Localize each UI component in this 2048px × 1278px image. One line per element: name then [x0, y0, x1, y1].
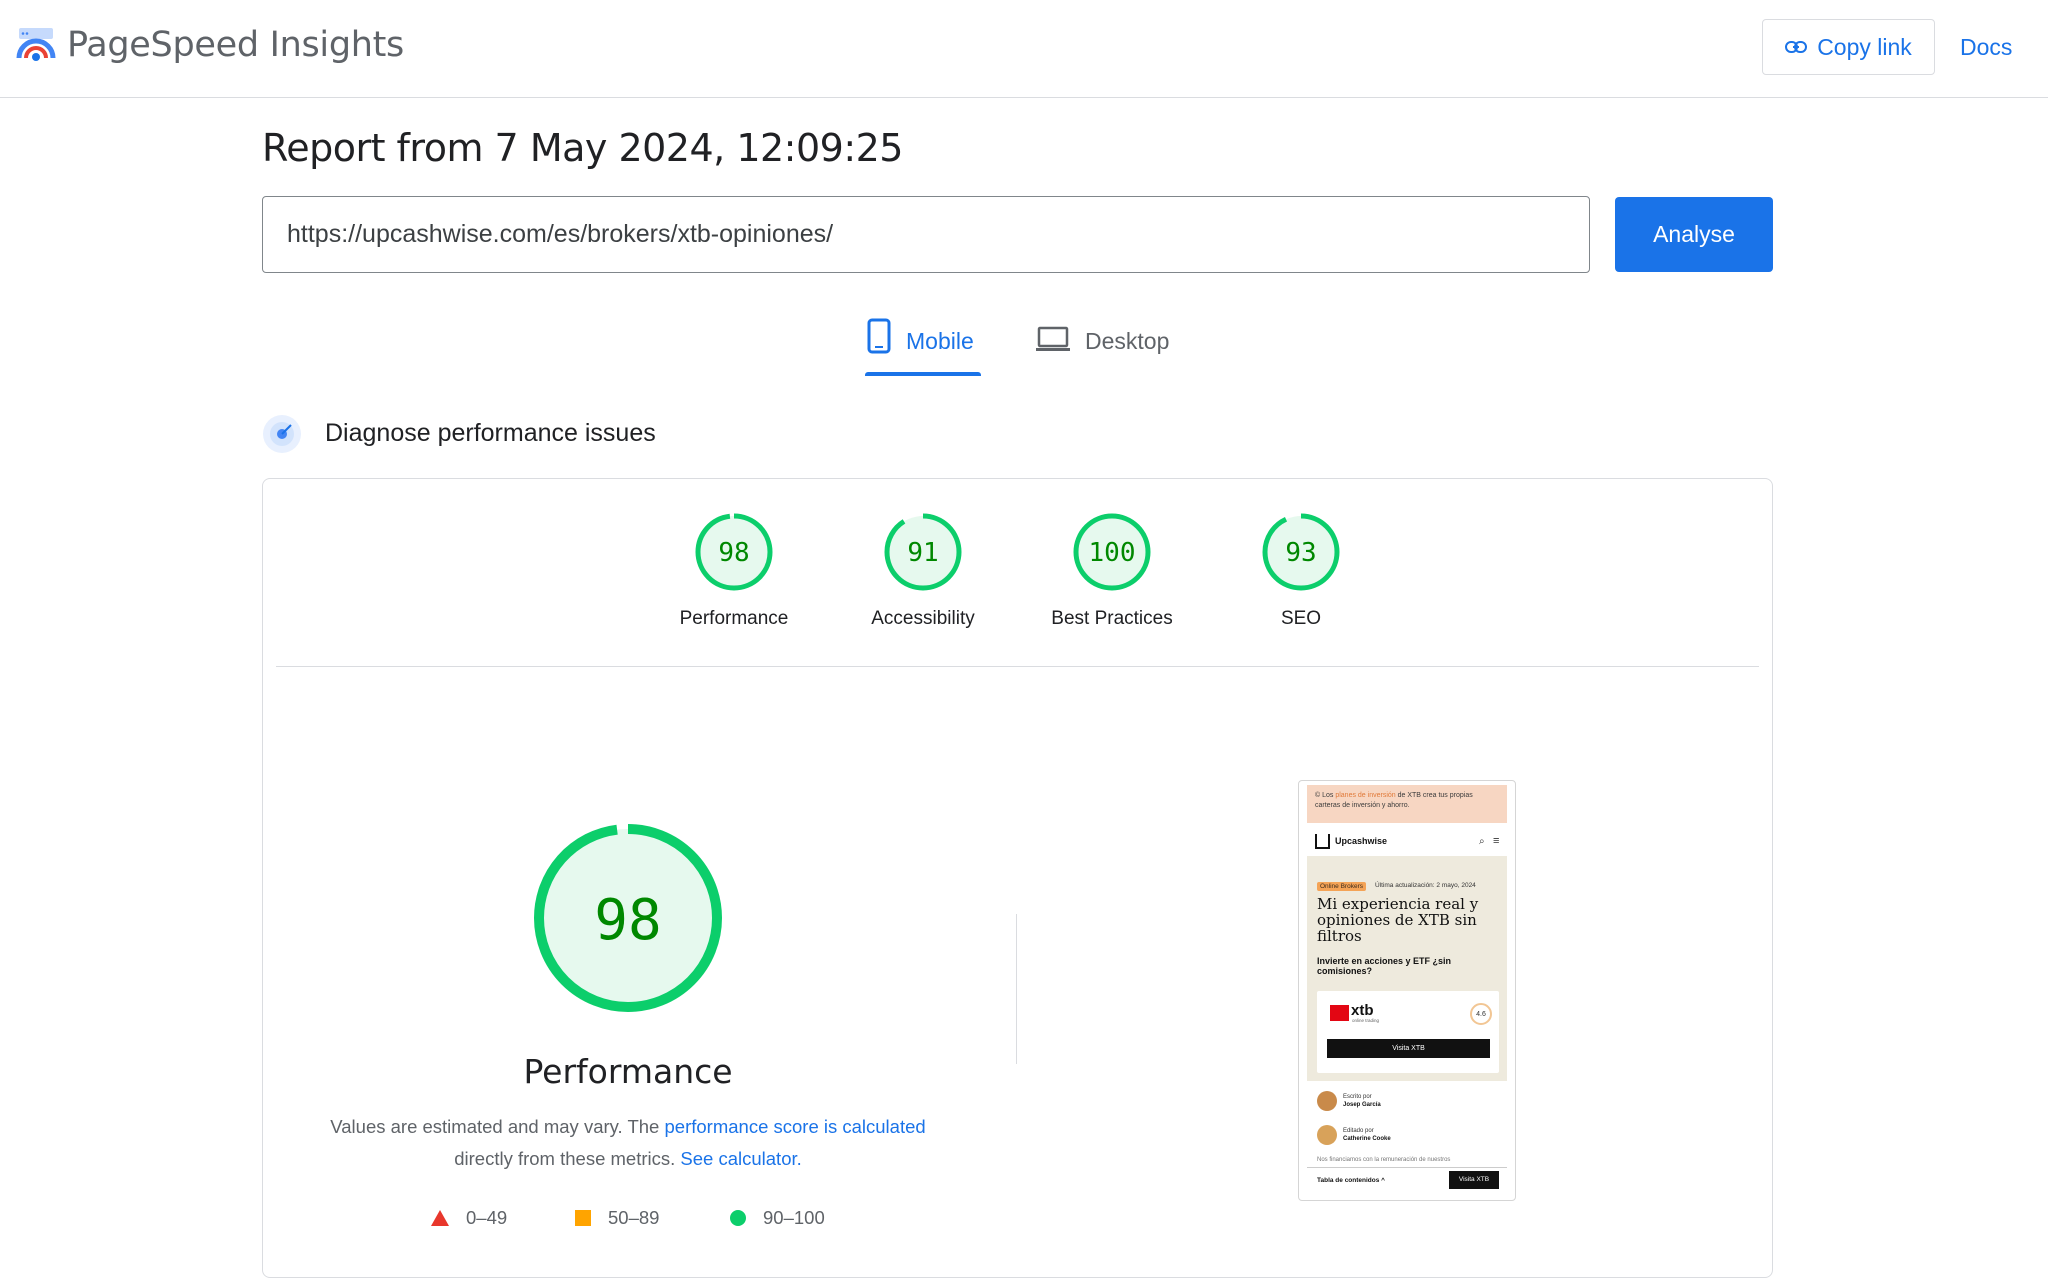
analyse-button[interactable]: Analyse [1615, 197, 1773, 272]
avatar [1317, 1091, 1337, 1111]
card-divider [276, 666, 1759, 667]
thumb-disclaimer: Nos financiamos con la remuneración de n… [1317, 1157, 1451, 1163]
laptop-icon [1036, 326, 1070, 351]
performance-gauge: 98 [534, 824, 722, 1012]
thumb-subhead: Invierte en acciones y ETF ¿sin comision… [1317, 956, 1452, 976]
thumb-nav: Upcashwise ⌕ ≡ [1307, 827, 1507, 855]
score-ring: 100 [1073, 513, 1151, 591]
page-screenshot-thumbnail[interactable]: © Los planes de inversión de XTB crea tu… [1298, 780, 1516, 1201]
vertical-separator [1016, 914, 1017, 1064]
score-label: Performance [679, 608, 789, 629]
tab-desktop-label: Desktop [1085, 328, 1170, 354]
app-title: PageSpeed Insights [67, 25, 404, 65]
thumb-broker-logo: xtb [1351, 1002, 1374, 1019]
orange-square-icon [575, 1210, 591, 1226]
report-title: Report from 7 May 2024, 12:09:25 [262, 126, 903, 170]
thumb-editor: Editado por Catherine Cooke [1317, 1124, 1391, 1146]
score-value: 100 [1089, 538, 1136, 568]
legend-pass: 90–100 [729, 1207, 825, 1229]
pagespeed-logo-icon[interactable] [16, 26, 56, 66]
score-gauge-seo[interactable]: 93 SEO [1221, 512, 1381, 630]
thumb-meta: Última actualización: 2 mayo, 2024 [1375, 882, 1476, 889]
thumb-brand: Upcashwise [1335, 836, 1388, 846]
thumb-footer-cta: Visita XTB [1449, 1171, 1499, 1189]
legend-range: 90–100 [763, 1207, 825, 1228]
score-ring: 93 [1262, 513, 1340, 591]
score-label: Best Practices [1051, 608, 1173, 629]
performance-title: Performance [523, 1052, 733, 1091]
url-input[interactable] [262, 196, 1590, 273]
thumb-cta: Visita XTB [1327, 1039, 1490, 1058]
tab-desktop[interactable]: Desktop [1035, 318, 1169, 376]
score-label: SEO [1280, 608, 1322, 629]
smartphone-icon [867, 318, 891, 354]
red-triangle-icon [431, 1210, 449, 1226]
score-value: 91 [907, 538, 938, 568]
legend-range: 0–49 [466, 1207, 508, 1228]
thumb-broker-box: xtb online trading 4.6 Visita XTB [1317, 991, 1499, 1073]
thumb-toc: Tabla de contenidos ^ [1317, 1177, 1385, 1184]
thumb-banner: © Los planes de inversión de XTB crea tu… [1307, 785, 1507, 823]
score-label: Accessibility [871, 608, 975, 629]
docs-link[interactable]: Docs [1960, 34, 2012, 61]
link-icon [1785, 41, 1808, 53]
score-gauge-best-practices[interactable]: 100 Best Practices [1032, 512, 1192, 630]
performance-score-value: 98 [594, 888, 661, 953]
score-value: 98 [718, 538, 749, 568]
thumb-author: Escrito por Josep García [1317, 1090, 1381, 1112]
thumb-footer-divider [1307, 1167, 1507, 1168]
description-text: Values are estimated and may vary. The [330, 1116, 665, 1137]
green-circle-icon [730, 1210, 746, 1226]
legend-range: 50–89 [608, 1207, 660, 1228]
score-ring: 91 [884, 513, 962, 591]
thumb-category-chip: Online Brokers [1317, 882, 1366, 891]
search-icon: ⌕ [1479, 836, 1485, 847]
top-header: PageSpeed Insights Copy link Docs [0, 0, 2048, 98]
score-value: 93 [1285, 538, 1316, 568]
thumb-headline: Mi experiencia real y opiniones de XTB s… [1317, 895, 1479, 945]
score-calculated-link[interactable]: performance score is calculated [665, 1116, 926, 1137]
score-ring: 98 [695, 513, 773, 591]
thumb-broker-tagline: online trading [1352, 1018, 1380, 1023]
tab-mobile[interactable]: Mobile [866, 318, 974, 376]
xtb-logo-icon [1330, 1005, 1349, 1021]
legend-fail: 0–49 [430, 1207, 507, 1229]
section-title: Diagnose performance issues [325, 419, 656, 447]
copy-link-button[interactable]: Copy link [1762, 19, 1935, 75]
performance-description: Values are estimated and may vary. The p… [300, 1111, 956, 1175]
see-calculator-link[interactable]: See calculator. [680, 1148, 801, 1169]
score-gauge-accessibility[interactable]: 91 Accessibility [843, 512, 1003, 630]
menu-icon: ≡ [1493, 835, 1500, 847]
active-tab-indicator [865, 372, 981, 376]
description-text: directly from these metrics. [454, 1148, 681, 1169]
copy-link-label: Copy link [1817, 33, 1912, 60]
upcashwise-logo-icon [1315, 834, 1330, 849]
avatar [1317, 1125, 1337, 1145]
score-gauge-performance[interactable]: 98 Performance [654, 512, 814, 630]
tab-mobile-label: Mobile [906, 328, 974, 354]
thumb-rating: 4.6 [1470, 1003, 1492, 1025]
legend-average: 50–89 [574, 1207, 659, 1229]
diagnose-icon [263, 415, 301, 453]
thumb-hero: Online Brokers Última actualización: 2 m… [1307, 856, 1507, 1081]
